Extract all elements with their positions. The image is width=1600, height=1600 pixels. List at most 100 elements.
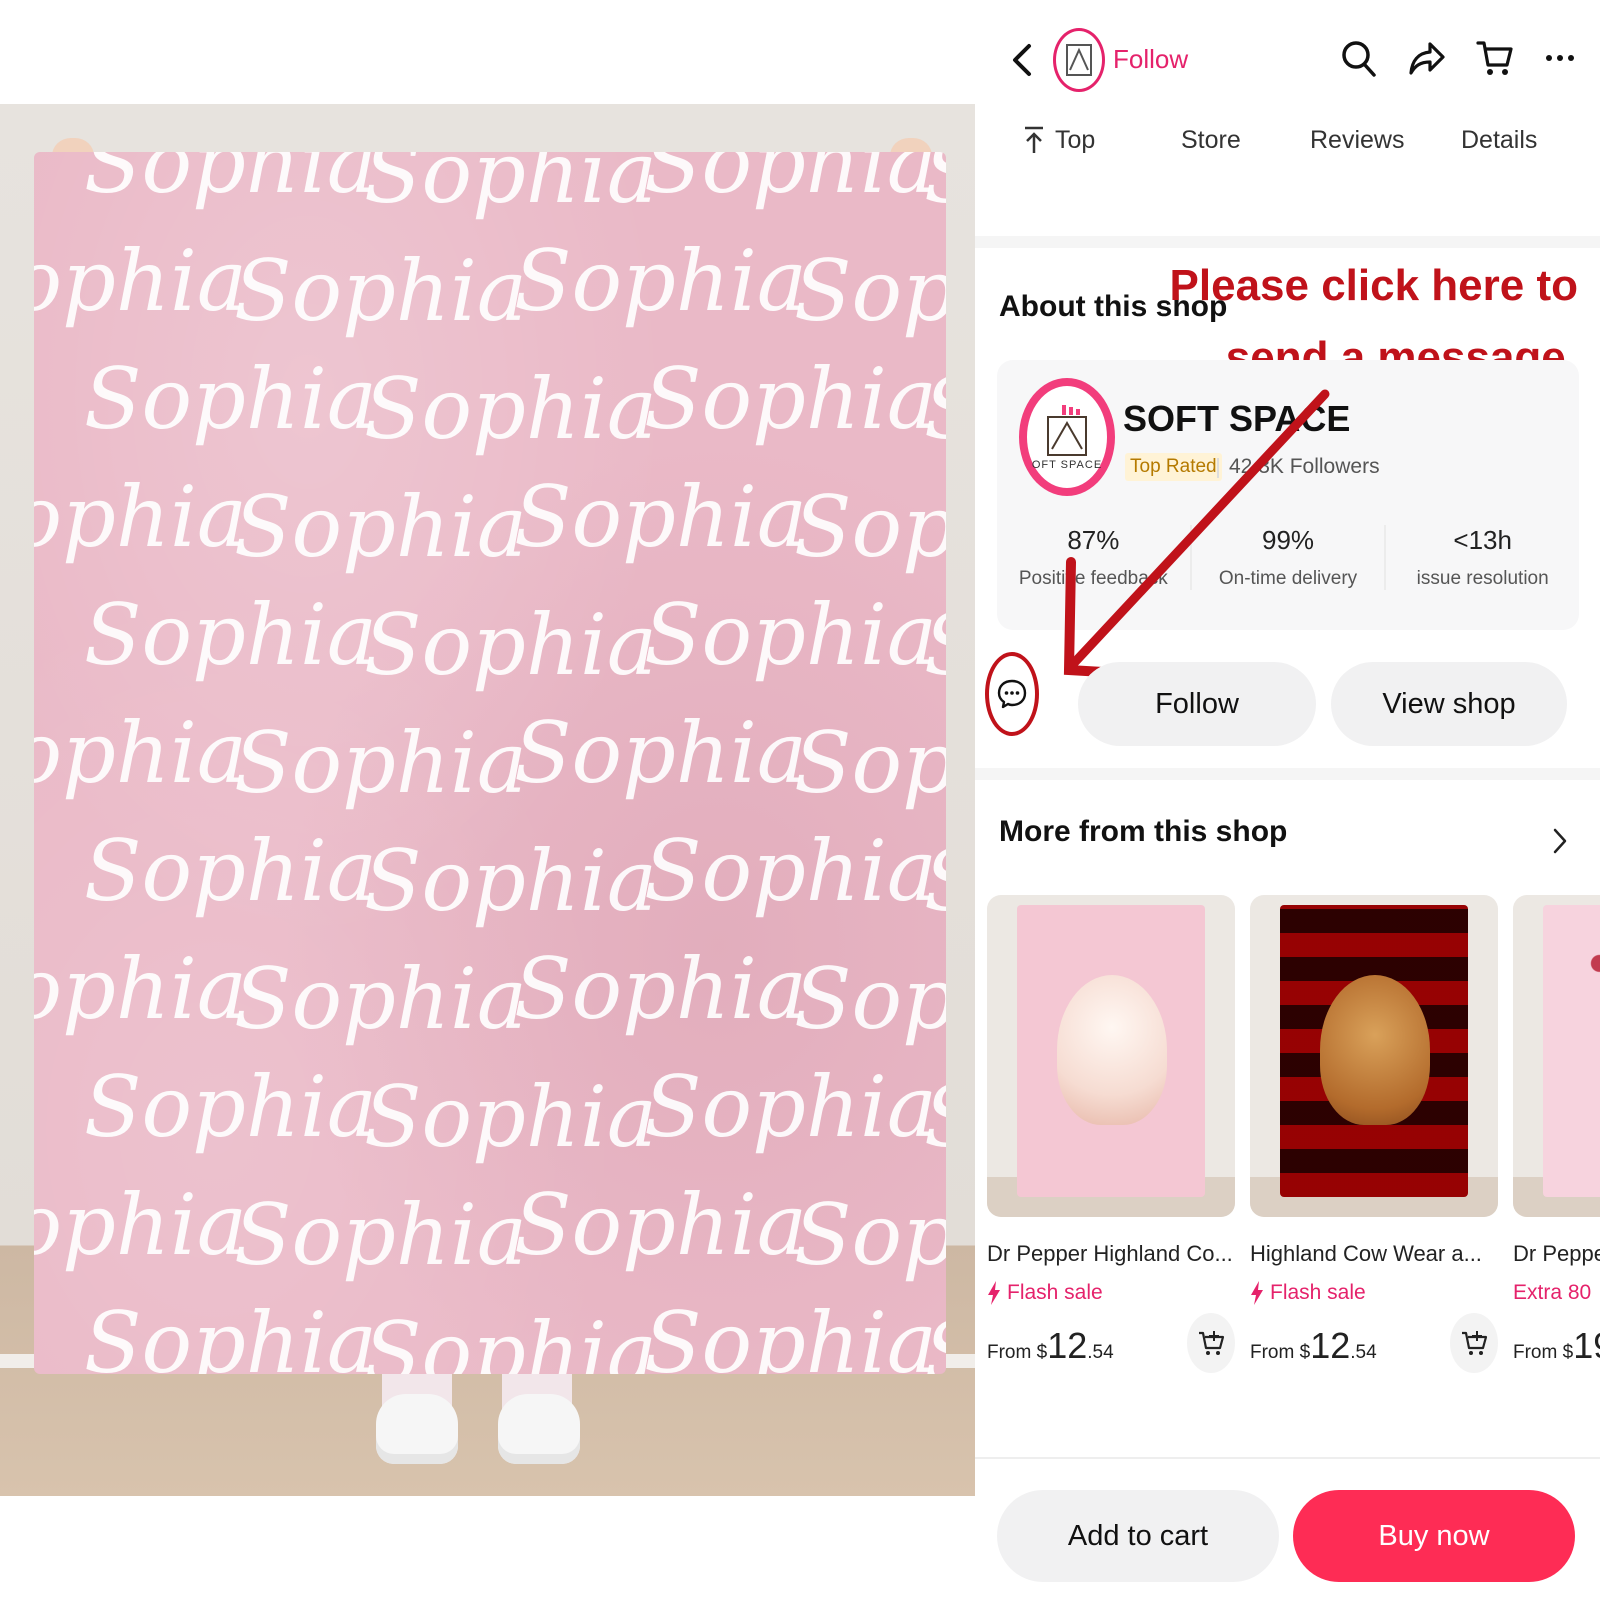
- tab-reviews[interactable]: Reviews: [1310, 126, 1404, 155]
- product-title[interactable]: Dr Peppe: [1513, 1241, 1600, 1267]
- blanket-name-text: Sophia: [234, 950, 527, 1048]
- blanket-name-text: Sophia: [234, 478, 527, 576]
- shop-panel: Follow Top Store Reviews Details About t…: [975, 0, 1600, 1600]
- blanket-name-text: Sophia: [84, 152, 377, 212]
- blanket-name-text: Sophia: [644, 822, 937, 920]
- annotation-line-1: Please click here to: [1169, 261, 1578, 310]
- blanket-name-text: Sophia: [34, 232, 247, 330]
- blanket-name-text: Sophia: [924, 360, 946, 458]
- price-main: 12: [1310, 1325, 1351, 1366]
- flash-sale-label: Flash sale: [1250, 1281, 1498, 1305]
- blanket-name-text: Sophia: [364, 1304, 657, 1374]
- header-follow-link[interactable]: Follow: [1113, 44, 1188, 75]
- blanket-name-text: Sophia: [644, 350, 937, 448]
- blanket-name-text: Sophia: [234, 1186, 527, 1284]
- blanket-name-text: Sophia: [514, 232, 807, 330]
- chevron-right-icon[interactable]: [1550, 826, 1570, 856]
- blanket-name-text: Sophia: [84, 1294, 377, 1374]
- arrow-up-to-top-icon: [1025, 126, 1043, 153]
- cart-icon[interactable]: [1476, 38, 1514, 78]
- blanket-name-text: Sophia: [514, 704, 807, 802]
- annotation-arrow: [1063, 389, 1330, 681]
- name-blanket: SophiaSophiaSophiaSophiaSophiaSophiaSoph…: [34, 152, 946, 1374]
- promo-label: Extra 80: [1513, 1281, 1600, 1305]
- blanket-name-text: Sophia: [364, 1068, 657, 1166]
- add-to-cart-mini-button[interactable]: [1187, 1313, 1235, 1373]
- blanket-name-text: Sophia: [514, 468, 807, 566]
- header-actions: [1340, 38, 1576, 78]
- blanket-name-text: Sophia: [34, 704, 247, 802]
- product-title[interactable]: Dr Pepper Highland Co...: [987, 1241, 1235, 1267]
- blanket-name-text: Sophia: [514, 940, 807, 1038]
- promo-text: Flash sale: [1007, 1281, 1103, 1304]
- cart-plus-icon: [1199, 1331, 1225, 1355]
- blanket-name-text: Sophia: [794, 478, 946, 576]
- blanket-name-text: Sophia: [234, 714, 527, 812]
- message-shop-button[interactable]: [985, 652, 1039, 736]
- section-divider: [975, 768, 1600, 780]
- stat-value: <13h: [1453, 525, 1512, 555]
- tab-top-label: Top: [1055, 125, 1096, 154]
- product-thumbnail[interactable]: [1513, 895, 1600, 1217]
- tab-details-label: Details: [1461, 125, 1538, 154]
- right-shoe: [498, 1394, 580, 1464]
- product-title[interactable]: Highland Cow Wear a...: [1250, 1241, 1498, 1267]
- bottom-bar-divider: [975, 1457, 1600, 1459]
- tab-details[interactable]: Details: [1461, 126, 1537, 155]
- lightning-icon: [1251, 1281, 1263, 1305]
- product-photo: SophiaSophiaSophiaSophiaSophiaSophiaSoph…: [0, 104, 975, 1496]
- product-card[interactable]: Dr Peppe Extra 80 From $ 19: [1513, 895, 1600, 1367]
- back-icon[interactable]: [1005, 40, 1041, 80]
- blanket-name-text: Sophia: [34, 468, 247, 566]
- buy-now-button[interactable]: Buy now: [1293, 1490, 1575, 1582]
- chat-bubble-icon: [997, 679, 1027, 709]
- blanket-name-text: Sophia: [364, 832, 657, 930]
- blanket-name-text: Sophia: [924, 152, 946, 222]
- blanket-name-text: Sophia: [794, 242, 946, 340]
- flash-sale-label: Flash sale: [987, 1281, 1235, 1305]
- product-price: From $ 19: [1513, 1325, 1600, 1367]
- blanket-name-text: Sophia: [644, 1294, 937, 1374]
- product-card[interactable]: Highland Cow Wear a... Flash sale From $…: [1250, 895, 1498, 1373]
- blanket-name-text: Sophia: [234, 242, 527, 340]
- blanket-name-text: Sophia: [924, 596, 946, 694]
- price-prefix: From $: [987, 1342, 1048, 1363]
- price-main: 19: [1573, 1325, 1600, 1366]
- blanket-name-text: Sophia: [644, 1058, 937, 1156]
- view-shop-button[interactable]: View shop: [1331, 662, 1567, 746]
- price-prefix: From $: [1513, 1342, 1574, 1363]
- blanket-name-text: Sophia: [924, 832, 946, 930]
- price-cents: .54: [1350, 1342, 1377, 1363]
- blanket-name-text: Sophia: [364, 152, 657, 222]
- promo-text: Flash sale: [1270, 1281, 1366, 1304]
- shop-avatar-small[interactable]: [1053, 28, 1105, 92]
- price-cents: .54: [1087, 1342, 1114, 1363]
- follow-button[interactable]: Follow: [1078, 662, 1316, 746]
- share-icon[interactable]: [1408, 38, 1446, 78]
- tab-store-label: Store: [1181, 125, 1241, 154]
- add-to-cart-mini-button[interactable]: [1450, 1313, 1498, 1373]
- blanket-name-text: Sophia: [84, 350, 377, 448]
- blanket-name-text: Sophia: [794, 714, 946, 812]
- product-thumbnail[interactable]: [987, 895, 1235, 1217]
- blanket-name-text: Sophia: [84, 586, 377, 684]
- search-icon[interactable]: [1340, 38, 1378, 78]
- blanket-name-text: Sophia: [364, 596, 657, 694]
- tab-store[interactable]: Store: [1181, 126, 1241, 155]
- product-thumbnail[interactable]: [1250, 895, 1498, 1217]
- stat-issue-resolution: <13h issue resolution: [1384, 525, 1579, 590]
- more-icon[interactable]: [1544, 38, 1576, 78]
- blanket-name-text: Sophia: [644, 586, 937, 684]
- tab-reviews-label: Reviews: [1310, 125, 1405, 154]
- left-shoe: [376, 1394, 458, 1464]
- blanket-name-text: Sophia: [84, 822, 377, 920]
- tab-top[interactable]: Top: [1023, 125, 1095, 155]
- blanket-name-text: Sophia: [644, 152, 937, 212]
- cart-plus-icon: [1462, 1331, 1488, 1355]
- section-divider: [975, 236, 1600, 248]
- add-to-cart-button[interactable]: Add to cart: [997, 1490, 1279, 1582]
- lightning-icon: [988, 1281, 1000, 1305]
- blanket-pattern: SophiaSophiaSophiaSophiaSophiaSophiaSoph…: [34, 152, 946, 1374]
- blanket-name-text: Sophia: [924, 1304, 946, 1374]
- product-card[interactable]: Dr Pepper Highland Co... Flash sale From…: [987, 895, 1235, 1373]
